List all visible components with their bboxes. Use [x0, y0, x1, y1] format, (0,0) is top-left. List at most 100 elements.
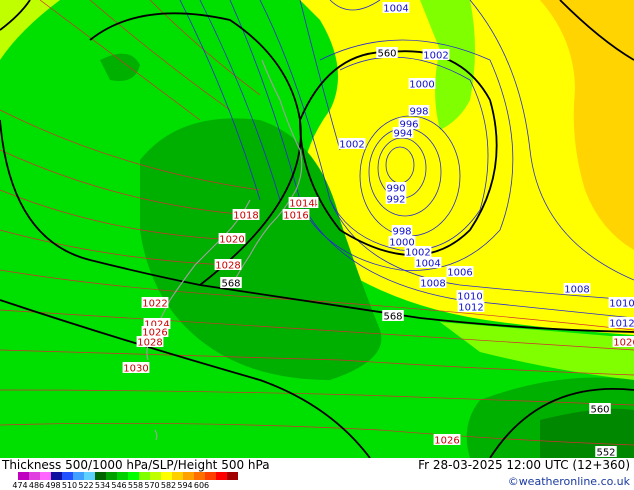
- slp-label: 1008: [419, 277, 447, 290]
- copyright-notice[interactable]: ©weatheronline.co.uk: [508, 475, 630, 488]
- height-label: 568: [220, 277, 242, 290]
- slp-label: 1010: [608, 297, 634, 310]
- svg-text:1010: 1010: [609, 299, 634, 310]
- svg-text:560: 560: [377, 49, 396, 60]
- legend-label: 486: [28, 481, 45, 490]
- svg-text:552: 552: [596, 448, 615, 459]
- svg-text:1002: 1002: [405, 248, 430, 259]
- legend-swatch-5: [73, 472, 84, 480]
- svg-text:568: 568: [383, 312, 402, 323]
- slp-label: 1004: [382, 2, 410, 15]
- legend-swatch-19: [227, 472, 238, 480]
- legend-label: 570: [144, 481, 160, 490]
- weather-map: 1004100210009989969941002990992998100010…: [0, 0, 634, 458]
- svg-text:1008: 1008: [564, 285, 589, 296]
- legend-swatch-16: [194, 472, 205, 480]
- slp-label: 998: [391, 225, 413, 238]
- svg-text:998: 998: [409, 107, 428, 118]
- svg-text:1018: 1018: [233, 211, 258, 222]
- svg-text:1002: 1002: [423, 51, 448, 62]
- svg-text:568: 568: [221, 279, 240, 290]
- legend-label: 498: [45, 481, 61, 490]
- slp-label: 998: [408, 105, 430, 118]
- slp-label: 1028: [214, 259, 242, 272]
- slp-label: 992: [385, 193, 407, 206]
- legend-swatch-3: [51, 472, 62, 480]
- legend-swatch-15: [183, 472, 194, 480]
- slp-label: 1012: [457, 301, 485, 314]
- svg-text:1026: 1026: [434, 436, 459, 447]
- slp-label: 1028: [136, 336, 164, 349]
- svg-text:1002: 1002: [339, 140, 364, 151]
- svg-text:560: 560: [590, 405, 609, 416]
- svg-text:1014: 1014: [289, 199, 314, 210]
- height-label: 568: [382, 310, 404, 323]
- legend-label: 594: [177, 481, 193, 490]
- slp-label: 1002: [338, 138, 366, 151]
- slp-label: 1010: [456, 290, 484, 303]
- weather-chart: 1004 1002 1000 998 996 994 1002 990 992 998 1000 10…: [0, 0, 634, 490]
- legend-swatch-6: [84, 472, 95, 480]
- legend-swatch-2: [40, 472, 51, 480]
- svg-text:1004: 1004: [415, 259, 440, 270]
- legend-label: 534: [94, 481, 111, 490]
- svg-text:1000: 1000: [409, 80, 434, 91]
- svg-text:994: 994: [393, 129, 412, 140]
- slp-label: 1018: [232, 209, 260, 222]
- legend-swatch-11: [139, 472, 150, 480]
- legend-label: 546: [111, 481, 127, 490]
- legend-label: 582: [160, 481, 177, 490]
- svg-text:1028: 1028: [137, 338, 162, 349]
- legend-swatch-12: [150, 472, 161, 480]
- legend-swatch-13: [161, 472, 172, 480]
- legend-label: 510: [61, 481, 78, 490]
- chart-footer: Thickness 500/1000 hPa/SLP/Height 500 hP…: [0, 458, 634, 490]
- height-label: 560: [589, 403, 611, 416]
- chart-caption: Thickness 500/1000 hPa/SLP/Height 500 hP…: [2, 458, 270, 472]
- svg-text:1026: 1026: [613, 338, 634, 349]
- slp-label: 1006: [446, 266, 474, 279]
- svg-text:990: 990: [386, 184, 405, 195]
- svg-text:1012: 1012: [458, 303, 483, 314]
- svg-text:1022: 1022: [142, 299, 167, 310]
- slp-label: 1002: [404, 246, 432, 259]
- svg-text:1006: 1006: [447, 268, 472, 279]
- thickness-legend-labels: 474 486 498 510 522 534 546 558 570 582 594 606: [12, 481, 338, 490]
- svg-text:1012: 1012: [609, 319, 634, 330]
- slp-label: 1016: [282, 209, 310, 222]
- legend-swatch-8: [106, 472, 117, 480]
- legend-swatch-4: [62, 472, 73, 480]
- slp-label: 1008: [563, 283, 591, 296]
- slp-label: 990: [385, 182, 407, 195]
- slp-label: 1002: [422, 49, 450, 62]
- height-label: 560: [376, 47, 398, 60]
- slp-label: 994: [392, 127, 414, 140]
- slp-label: 1026: [612, 336, 634, 349]
- slp-label: 1012: [608, 317, 634, 330]
- thickness-legend: [18, 472, 238, 480]
- legend-label: 606: [193, 481, 210, 490]
- legend-swatch-0: [18, 472, 29, 480]
- svg-text:1028: 1028: [215, 261, 240, 272]
- slp-label: 1000: [408, 78, 436, 91]
- svg-text:992: 992: [386, 195, 405, 206]
- svg-text:1008: 1008: [420, 279, 445, 290]
- legend-swatch-9: [117, 472, 128, 480]
- slp-label: 1030: [122, 362, 150, 375]
- height-label: 552: [595, 446, 617, 458]
- legend-swatch-14: [172, 472, 183, 480]
- svg-text:1010: 1010: [457, 292, 482, 303]
- svg-text:1016: 1016: [283, 211, 308, 222]
- legend-swatch-1: [29, 472, 40, 480]
- legend-label: 522: [78, 481, 94, 490]
- slp-label: 1020: [218, 233, 246, 246]
- legend-label: 558: [127, 481, 144, 490]
- svg-text:1004: 1004: [383, 4, 408, 15]
- svg-text:1020: 1020: [219, 235, 244, 246]
- legend-swatch-17: [205, 472, 216, 480]
- svg-text:1030: 1030: [123, 364, 148, 375]
- legend-swatch-7: [95, 472, 106, 480]
- slp-label: 1026: [433, 434, 461, 447]
- svg-text:998: 998: [392, 227, 411, 238]
- valid-time: Fr 28-03-2025 12:00 UTC (12+360): [418, 458, 630, 472]
